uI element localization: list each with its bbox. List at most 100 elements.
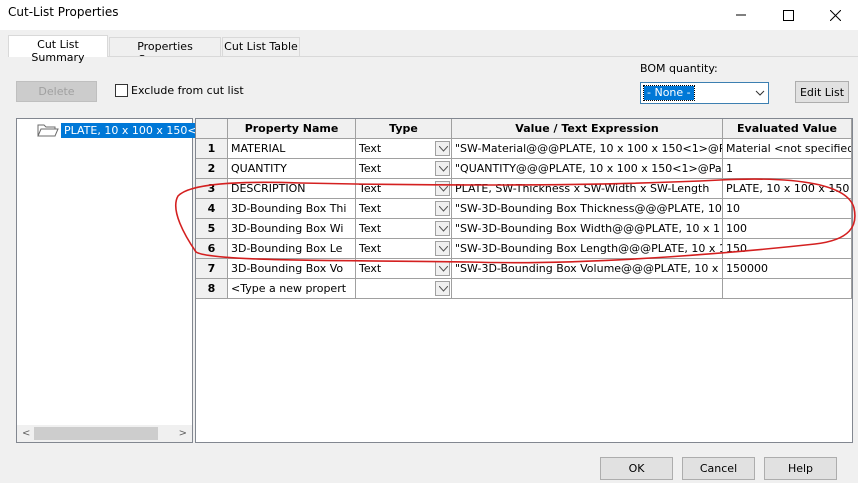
type-cell[interactable]: Text <box>356 179 452 199</box>
property-name-cell[interactable]: 3D-Bounding Box Thi <box>228 199 356 219</box>
type-cell[interactable]: Text <box>356 219 452 239</box>
title-bar: Cut-List Properties <box>0 0 858 30</box>
type-dropdown-button[interactable] <box>435 201 450 216</box>
cancel-button[interactable]: Cancel <box>682 457 755 480</box>
type-cell[interactable]: Text <box>356 199 452 219</box>
value-cell[interactable]: "SW-3D-Bounding Box Volume@@@PLATE, 10 x <box>452 259 723 279</box>
type-cell-text: Text <box>359 182 382 195</box>
evaluated-cell[interactable]: Material <not specified <box>723 139 852 159</box>
property-name-cell[interactable]: DESCRIPTION <box>228 179 356 199</box>
property-name-cell-text: 3D-Bounding Box Le <box>231 242 343 255</box>
row-number-text: 3 <box>207 182 216 195</box>
maximize-icon <box>782 9 794 21</box>
row-number-text: 5 <box>207 222 216 235</box>
value-cell-text: "SW-3D-Bounding Box Length@@@PLATE, 10 x… <box>455 242 723 255</box>
chevron-down-icon <box>439 186 448 192</box>
value-cell[interactable] <box>452 279 723 299</box>
ok-button[interactable]: OK <box>600 457 673 480</box>
type-cell[interactable]: Text <box>356 239 452 259</box>
type-dropdown-button[interactable] <box>435 221 450 236</box>
property-name-cell-text: 3D-Bounding Box Thi <box>231 202 347 215</box>
type-dropdown-button[interactable] <box>435 241 450 256</box>
evaluated-cell[interactable]: 150 <box>723 239 852 259</box>
chevron-down-icon <box>439 286 448 292</box>
evaluated-cell[interactable]: PLATE, 10 x 100 x 150 <box>723 179 852 199</box>
evaluated-cell-text: 150000 <box>726 262 768 275</box>
type-dropdown-button[interactable] <box>435 141 450 156</box>
delete-button[interactable]: Delete <box>16 81 97 102</box>
type-cell[interactable] <box>356 279 452 299</box>
property-name-cell[interactable]: MATERIAL <box>228 139 356 159</box>
row-number: 8 <box>196 279 228 299</box>
chevron-down-icon <box>439 246 448 252</box>
property-name-cell[interactable]: <Type a new propert <box>228 279 356 299</box>
help-button[interactable]: Help <box>764 457 837 480</box>
chevron-down-icon <box>439 166 448 172</box>
type-dropdown-button[interactable] <box>435 261 450 276</box>
row-number: 5 <box>196 219 228 239</box>
evaluated-cell[interactable]: 100 <box>723 219 852 239</box>
type-cell[interactable]: Text <box>356 159 452 179</box>
type-cell-text: Text <box>359 142 382 155</box>
edit-list-button[interactable]: Edit List <box>795 81 849 103</box>
evaluated-cell-text: 100 <box>726 222 747 235</box>
header-property-name: Property Name <box>228 119 356 139</box>
evaluated-cell-text: 1 <box>726 162 733 175</box>
value-cell[interactable]: PLATE, SW-Thickness x SW-Width x SW-Leng… <box>452 179 723 199</box>
tab-cut-list-table[interactable]: Cut List Table <box>222 37 300 56</box>
evaluated-cell[interactable]: 150000 <box>723 259 852 279</box>
tree-horizontal-scrollbar[interactable]: < > <box>17 425 192 442</box>
value-cell[interactable]: "SW-3D-Bounding Box Thickness@@@PLATE, 1… <box>452 199 723 219</box>
value-cell-text: "SW-3D-Bounding Box Thickness@@@PLATE, 1… <box>455 202 722 215</box>
property-name-cell[interactable]: 3D-Bounding Box Wi <box>228 219 356 239</box>
evaluated-cell[interactable]: 1 <box>723 159 852 179</box>
value-cell[interactable]: "SW-Material@@@PLATE, 10 x 100 x 150<1>@… <box>452 139 723 159</box>
chevron-down-icon <box>439 226 448 232</box>
property-name-cell-text: 3D-Bounding Box Vo <box>231 262 344 275</box>
value-cell[interactable]: "SW-3D-Bounding Box Width@@@PLATE, 10 x … <box>452 219 723 239</box>
header-type: Type <box>356 119 452 139</box>
bom-quantity-label: BOM quantity: <box>640 62 718 75</box>
type-dropdown-button[interactable] <box>435 281 450 296</box>
row-number: 4 <box>196 199 228 219</box>
cut-list-tree[interactable]: PLATE, 10 x 100 x 150<1> < > <box>16 118 216 443</box>
tree-item[interactable]: PLATE, 10 x 100 x 150<1> <box>37 121 216 139</box>
type-cell-text: Text <box>359 242 382 255</box>
scrollbar-thumb[interactable] <box>34 427 158 440</box>
window-title: Cut-List Properties <box>8 5 119 19</box>
value-cell-text: "SW-3D-Bounding Box Volume@@@PLATE, 10 x <box>455 262 719 275</box>
type-cell[interactable]: Text <box>356 259 452 279</box>
type-cell-text: Text <box>359 222 382 235</box>
property-name-cell[interactable]: 3D-Bounding Box Le <box>228 239 356 259</box>
evaluated-cell-text: PLATE, 10 x 100 x 150 <box>726 182 850 195</box>
row-number-text: 8 <box>207 282 216 295</box>
row-number: 3 <box>196 179 228 199</box>
row-number: 6 <box>196 239 228 259</box>
scroll-right-icon[interactable]: > <box>179 428 187 439</box>
minimize-button[interactable] <box>718 0 764 30</box>
bom-quantity-select[interactable]: - None - <box>640 82 769 104</box>
scroll-left-icon[interactable]: < <box>22 428 30 439</box>
maximize-button[interactable] <box>765 0 811 30</box>
property-name-cell[interactable]: 3D-Bounding Box Vo <box>228 259 356 279</box>
value-cell[interactable]: "SW-3D-Bounding Box Length@@@PLATE, 10 x… <box>452 239 723 259</box>
corner-cell <box>196 119 228 139</box>
row-number-text: 6 <box>207 242 216 255</box>
chevron-down-icon <box>439 146 448 152</box>
folder-icon <box>37 124 59 137</box>
tab-properties-summary[interactable]: Properties Summary <box>109 37 221 66</box>
close-icon <box>829 9 841 21</box>
evaluated-cell[interactable]: 10 <box>723 199 852 219</box>
type-cell[interactable]: Text <box>356 139 452 159</box>
tab-cut-list-summary[interactable]: Cut List Summary <box>8 35 108 64</box>
value-cell[interactable]: "QUANTITY@@@PLATE, 10 x 100 x 150<1>@Par… <box>452 159 723 179</box>
evaluated-cell[interactable] <box>723 279 852 299</box>
close-button[interactable] <box>812 0 858 30</box>
type-dropdown-button[interactable] <box>435 161 450 176</box>
property-name-cell[interactable]: QUANTITY <box>228 159 356 179</box>
property-name-cell-text: QUANTITY <box>231 162 287 175</box>
row-number: 1 <box>196 139 228 159</box>
exclude-checkbox[interactable] <box>115 84 128 97</box>
evaluated-cell-text: 150 <box>726 242 747 255</box>
type-dropdown-button[interactable] <box>435 181 450 196</box>
